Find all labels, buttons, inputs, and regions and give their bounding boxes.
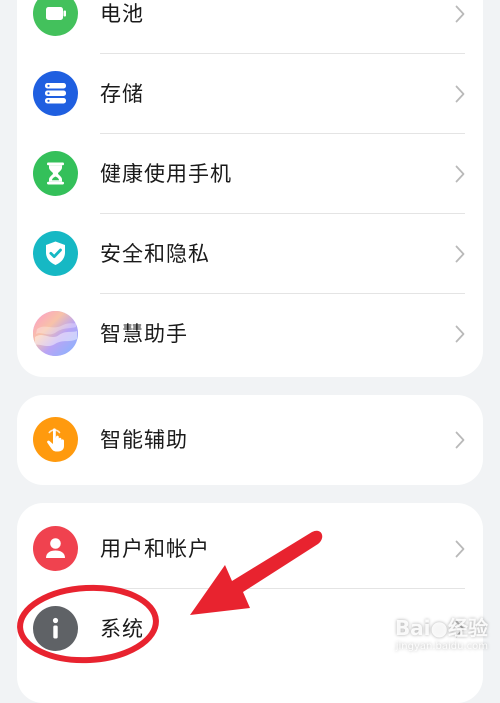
touch-hand-icon <box>33 417 78 462</box>
settings-item-battery[interactable]: 电池 <box>17 0 483 54</box>
settings-item-label: 智能辅助 <box>100 428 188 452</box>
shield-check-icon <box>33 231 78 276</box>
chevron-right-icon <box>455 431 465 449</box>
settings-group-3: 用户和帐户 系统 <box>17 503 483 703</box>
settings-item-label: 电池 <box>100 2 144 26</box>
settings-item-label: 系统 <box>100 617 144 641</box>
settings-item-security-privacy[interactable]: 安全和隐私 <box>17 214 483 294</box>
settings-group-2: 智能辅助 <box>17 395 483 485</box>
assistant-orb-icon <box>33 311 78 356</box>
settings-item-label: 健康使用手机 <box>100 162 232 186</box>
chevron-right-icon <box>455 5 465 23</box>
settings-item-label: 存储 <box>100 82 144 106</box>
watermark-url: jingyan.baidu.com <box>395 641 488 652</box>
settings-item-label: 用户和帐户 <box>100 537 210 561</box>
watermark-brand: Bai <box>394 616 431 640</box>
info-icon <box>33 606 78 651</box>
storage-icon <box>33 71 78 116</box>
settings-group-1: 电池 存储 健康使用手机 安全和隐私 智慧助手 <box>17 0 483 377</box>
paw-icon: ● <box>430 616 448 640</box>
settings-item-users-accounts[interactable]: 用户和帐户 <box>17 509 483 589</box>
chevron-right-icon <box>455 165 465 183</box>
settings-item-storage[interactable]: 存储 <box>17 54 483 134</box>
settings-item-label: 智慧助手 <box>100 322 188 346</box>
chevron-right-icon <box>455 245 465 263</box>
baidu-watermark: Bai●经验 jingyan.baidu.com <box>395 612 488 652</box>
chevron-right-icon <box>455 85 465 103</box>
battery-icon <box>33 0 78 36</box>
hourglass-icon <box>33 151 78 196</box>
settings-item-smart-assistant[interactable]: 智慧助手 <box>17 294 483 374</box>
watermark-suffix: 经验 <box>448 616 488 640</box>
user-icon <box>33 526 78 571</box>
settings-item-digital-balance[interactable]: 健康使用手机 <box>17 134 483 214</box>
settings-item-accessibility[interactable]: 智能辅助 <box>17 400 483 480</box>
chevron-right-icon <box>455 325 465 343</box>
settings-item-label: 安全和隐私 <box>100 242 210 266</box>
chevron-right-icon <box>455 540 465 558</box>
